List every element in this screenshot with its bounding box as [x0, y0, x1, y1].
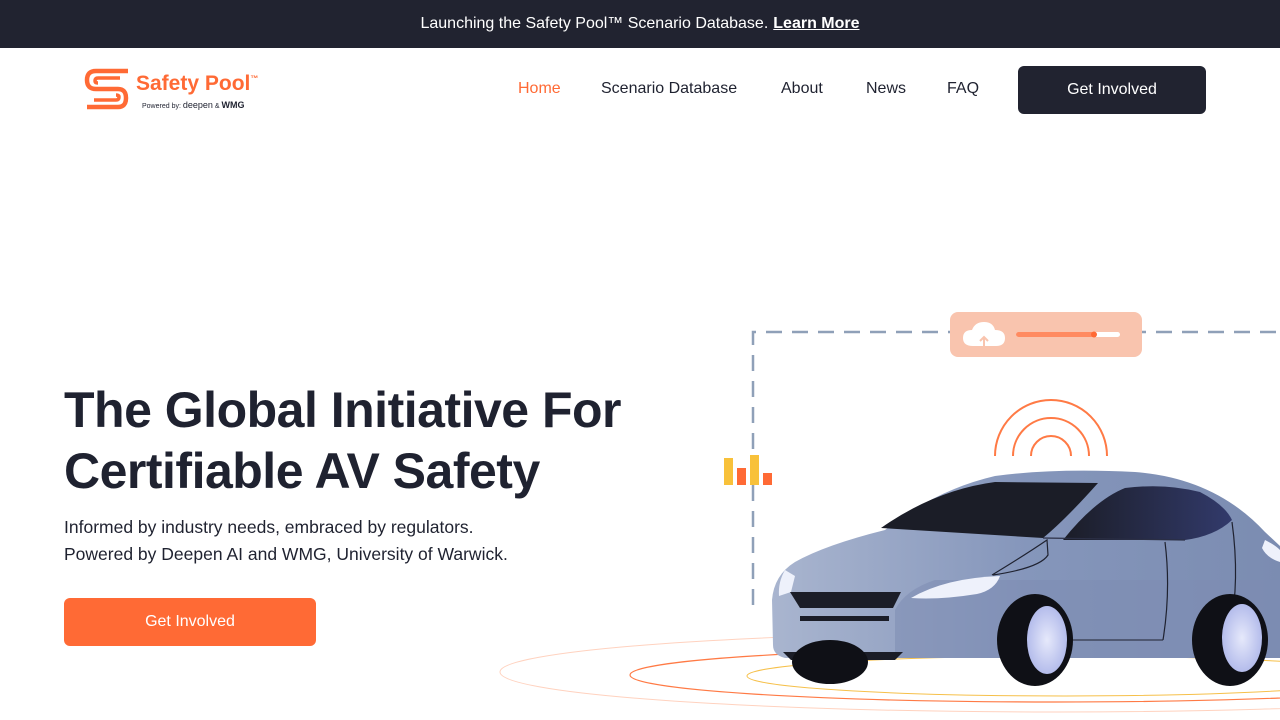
safety-pool-logo-icon: [84, 68, 129, 110]
hero-subtitle-line-2: Powered by Deepen AI and WMG, University…: [64, 544, 508, 564]
rear-wheel: [1192, 594, 1268, 686]
front-wheel: [792, 640, 868, 684]
nav-news[interactable]: News: [866, 80, 906, 98]
header-get-involved-button[interactable]: Get Involved: [1018, 66, 1206, 114]
nav-faq[interactable]: FAQ: [947, 80, 979, 98]
partner-wmg: WMG: [221, 100, 245, 110]
safety-pool-logo[interactable]: Safety Pool™ Powered by: deepen & WMG: [84, 68, 264, 114]
signal-waves-icon: [994, 399, 1108, 457]
learn-more-link[interactable]: Learn More: [773, 15, 859, 33]
bar-chart-icon: [724, 455, 772, 485]
upload-card: [950, 312, 1142, 357]
upload-progress-fill: [1016, 332, 1094, 337]
brand-name: Safety Pool: [136, 72, 251, 95]
site-header: Safety Pool™ Powered by: deepen & WMG Ho…: [0, 48, 1280, 132]
powered-by-label: Powered by:: [142, 103, 181, 110]
announcement-bar: Launching the Safety Pool™ Scenario Data…: [0, 0, 1280, 48]
middle-wheel: [997, 594, 1073, 686]
upload-progress-knob: [1091, 331, 1097, 338]
hero-subtitle-line-1: Informed by industry needs, embraced by …: [64, 517, 474, 537]
car-illustration: [772, 470, 1280, 686]
partner-deepen: deepen: [182, 100, 213, 110]
announcement-text: Launching the Safety Pool™ Scenario Data…: [420, 15, 769, 32]
nav-home[interactable]: Home: [518, 80, 561, 98]
partner-ampersand: &: [214, 103, 220, 110]
nav-about[interactable]: About: [781, 80, 823, 98]
hero-get-involved-button[interactable]: Get Involved: [64, 598, 316, 646]
brand-trademark: ™: [250, 74, 259, 83]
nav-scenario-database[interactable]: Scenario Database: [601, 80, 737, 98]
powered-by: Powered by: deepen & WMG: [142, 100, 245, 110]
hero-subtitle: Informed by industry needs, embraced by …: [64, 514, 508, 568]
hero-illustration: [499, 312, 1280, 713]
